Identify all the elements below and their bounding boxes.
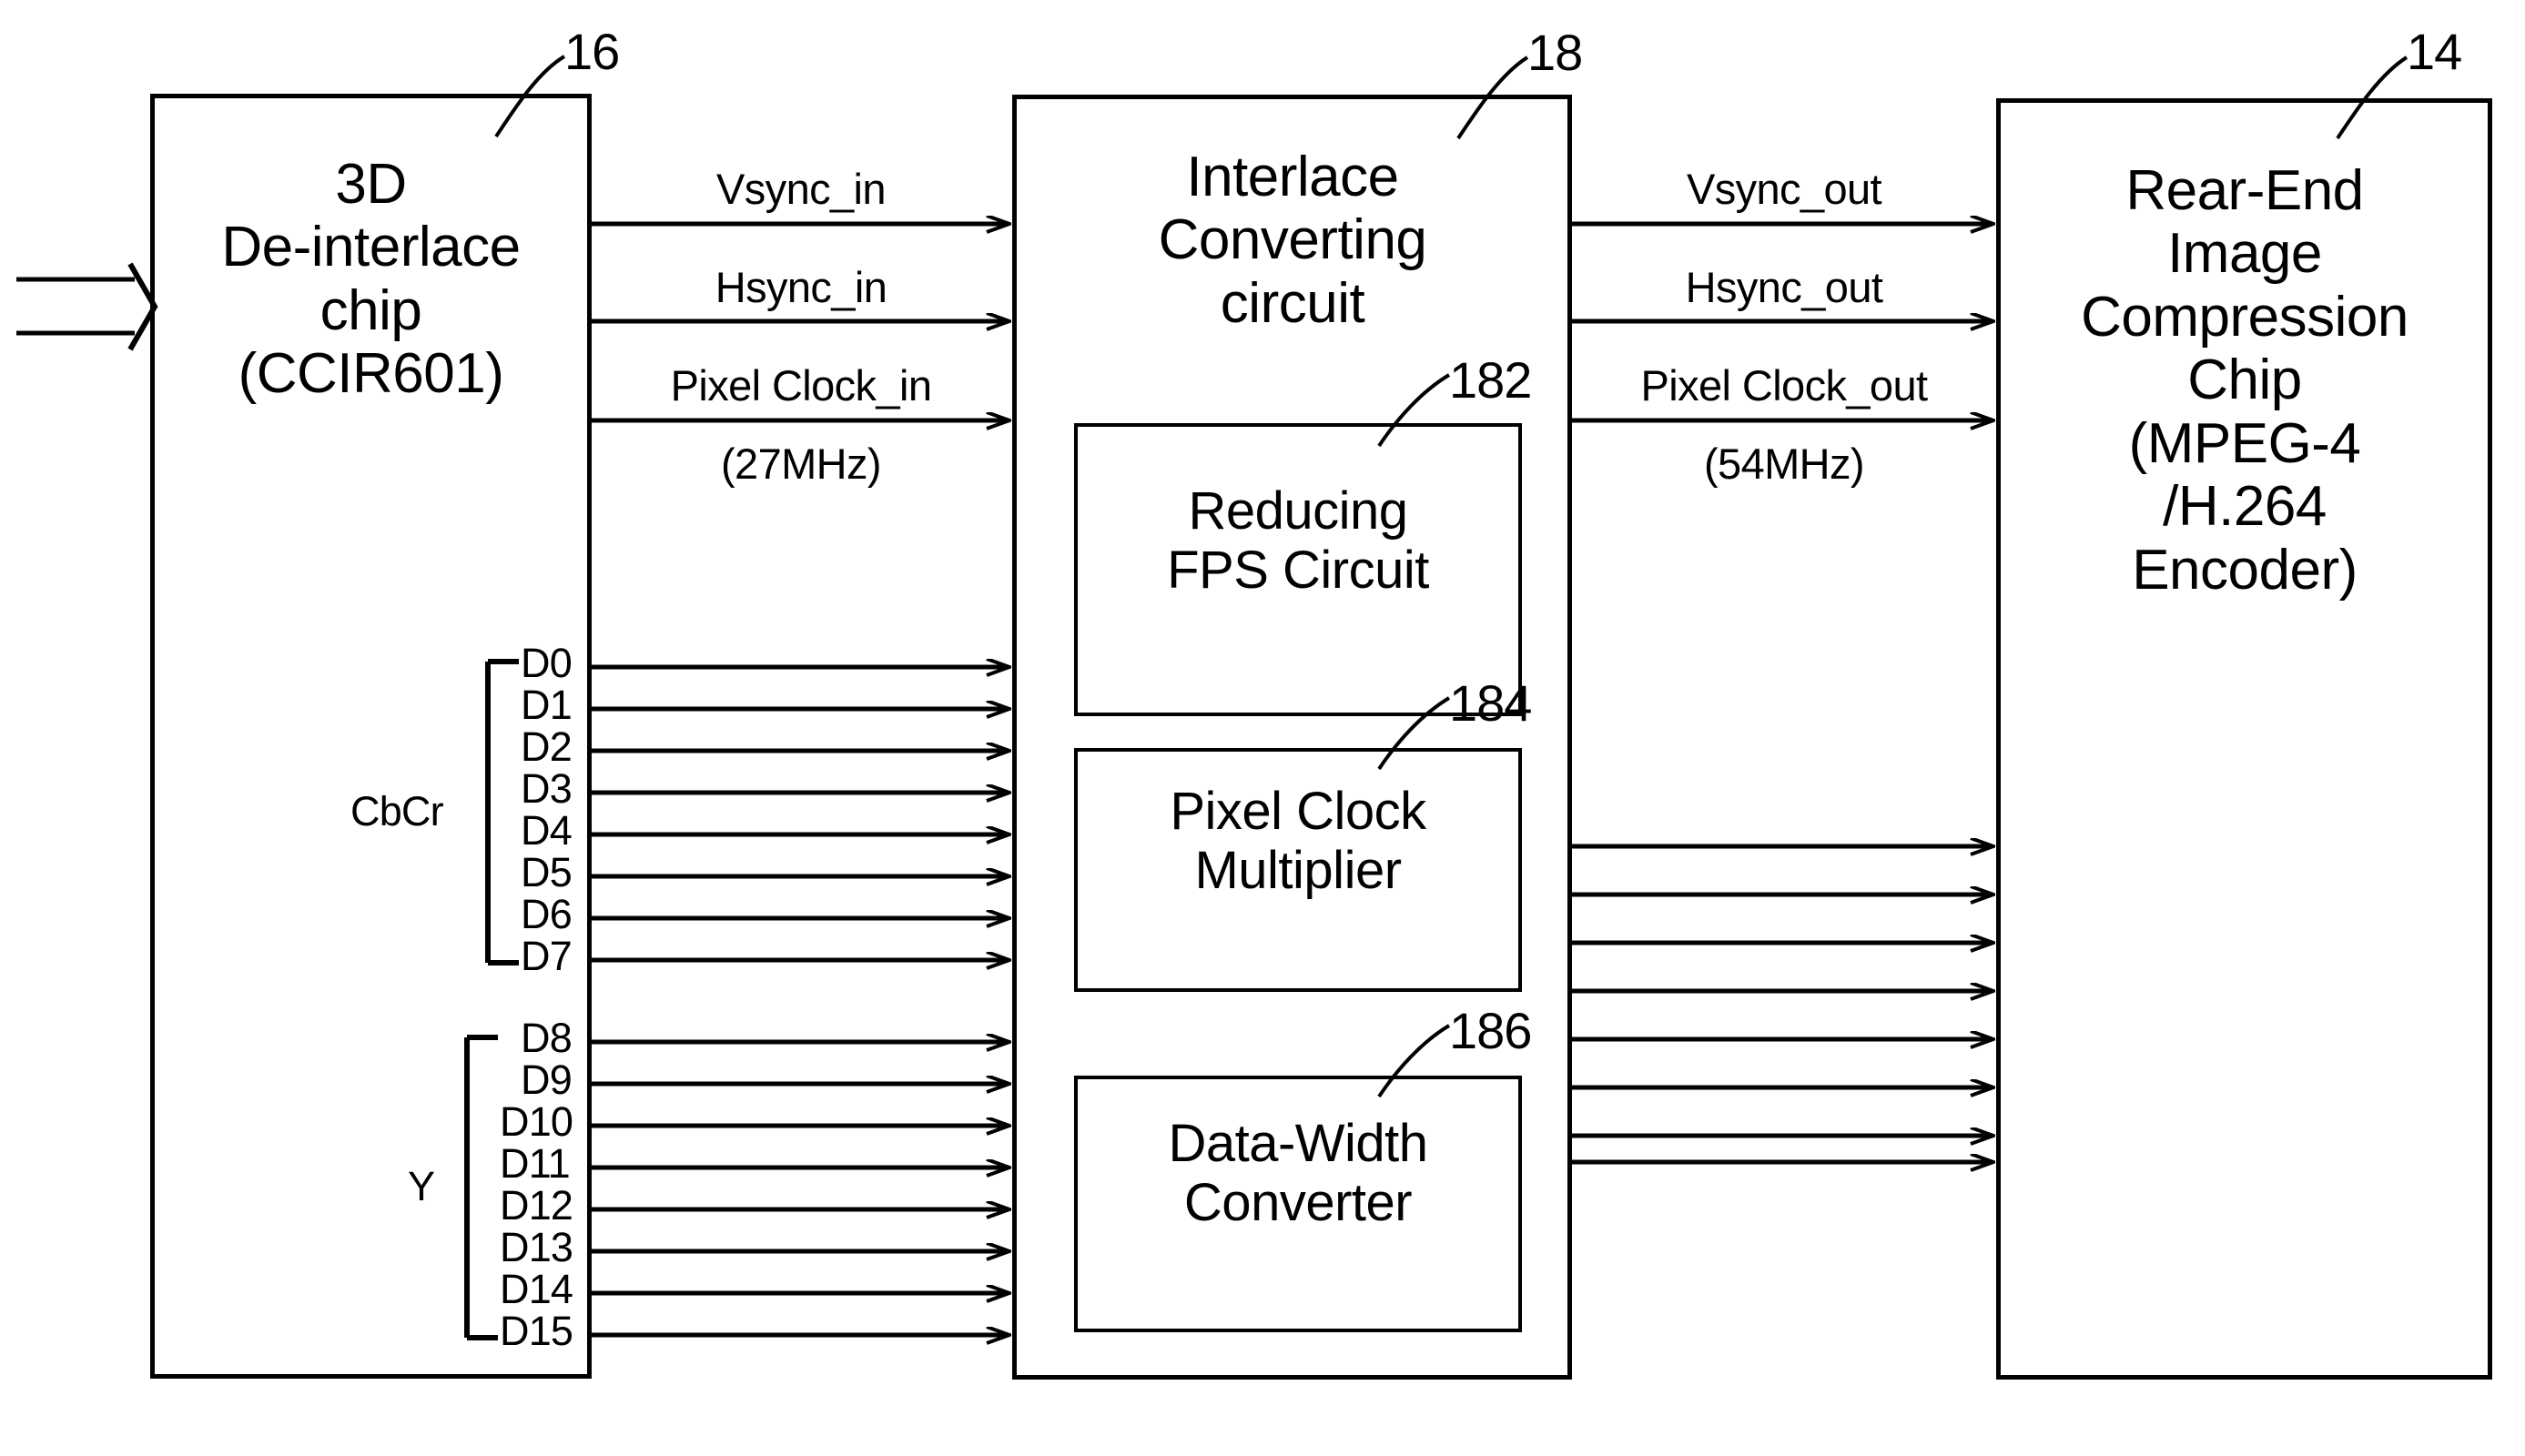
interlace-line-3: circuit xyxy=(1220,271,1365,335)
bus-bit-label-d9: D9 xyxy=(521,1057,573,1103)
bus-bit-label-d11: D11 xyxy=(500,1140,571,1187)
reference-numeral-182: 182 xyxy=(1449,351,1532,409)
rear-end-line-3: Compression xyxy=(2081,285,2408,349)
block-pixel-clock-multiplier-title: Pixel Clock Multiplier xyxy=(1076,782,1520,901)
reference-numeral-184: 184 xyxy=(1449,674,1532,732)
interlace-line-1: Interlace xyxy=(1186,146,1399,208)
bus-bit-label-d8: D8 xyxy=(521,1015,573,1061)
rear-end-line-1: Rear-End xyxy=(2125,159,2364,222)
reducing-fps-line-1: Reducing xyxy=(1188,481,1408,541)
bus-bit-label-d3: D3 xyxy=(521,765,573,812)
reference-numeral-186: 186 xyxy=(1449,1002,1532,1059)
y-bus-lines xyxy=(592,1042,1009,1335)
block-reducing-fps-circuit-title: Reducing FPS Circuit xyxy=(1076,481,1520,601)
reference-numeral-14: 14 xyxy=(2407,23,2462,80)
signal-label-pixel-clock-out: Pixel Clock_out xyxy=(1640,361,1929,410)
interlace-line-2: Converting xyxy=(1158,208,1427,272)
deinterlace-line-2: De-interlace xyxy=(221,216,521,279)
bus-bit-label-d13: D13 xyxy=(500,1224,573,1270)
pixel-clock-multiplier-line-2: Multiplier xyxy=(1194,840,1402,900)
bus-bit-label-d6: D6 xyxy=(521,891,573,937)
cbcr-bus-lines xyxy=(592,667,1009,960)
signal-label-hsync-out: Hsync_out xyxy=(1685,263,1883,311)
bus-bit-label-d5: D5 xyxy=(521,849,573,895)
bus-group-label-y: Y xyxy=(408,1163,435,1209)
signal-label-vsync-in: Vsync_in xyxy=(716,165,887,213)
bus-bit-label-d10: D10 xyxy=(500,1098,573,1145)
bus-bit-label-d7: D7 xyxy=(521,933,573,979)
rear-end-line-4: Chip xyxy=(2187,349,2302,412)
rear-end-line-5: (MPEG-4 xyxy=(2128,411,2361,475)
figure-canvas: 3D De-interlace chip (CCIR601) 16 Interlace… xyxy=(0,0,2525,1456)
signal-label-vsync-out: Vsync_out xyxy=(1686,165,1882,213)
deinterlace-line-4: (CCIR601) xyxy=(238,342,504,406)
bus-bit-label-d12: D12 xyxy=(500,1182,573,1228)
rear-end-line-7: Encoder) xyxy=(2132,538,2358,602)
reducing-fps-line-2: FPS Circuit xyxy=(1167,540,1429,600)
signal-label-pixel-clock-out-freq: (54MHz) xyxy=(1704,440,1865,488)
signal-label-pixel-clock-in-freq: (27MHz) xyxy=(721,440,882,488)
output-data-bus-lines xyxy=(1572,846,1993,1162)
block-data-width-converter-title: Data-Width Converter xyxy=(1076,1114,1520,1233)
bus-bit-label-d0: D0 xyxy=(521,640,573,686)
bus-bit-label-d14: D14 xyxy=(500,1266,573,1312)
bus-bit-label-d1: D1 xyxy=(521,682,573,728)
data-width-converter-line-2: Converter xyxy=(1183,1172,1413,1232)
rear-end-line-2: Image xyxy=(2167,222,2322,286)
data-width-converter-line-1: Data-Width xyxy=(1168,1114,1428,1173)
bus-bit-label-d4: D4 xyxy=(521,807,573,854)
bus-group-label-cbcr: CbCr xyxy=(350,788,444,834)
block-interlace-converting-title: Interlace Converting circuit xyxy=(1019,146,1566,335)
rear-end-line-6: /H.264 xyxy=(2163,475,2327,539)
reference-numeral-16: 16 xyxy=(564,23,620,80)
signal-label-hsync-in: Hsync_in xyxy=(715,263,887,311)
block-deinterlace-chip-title: 3D De-interlace chip (CCIR601) xyxy=(155,153,587,406)
block-rear-end-compression-chip-title: Rear-End Image Compression Chip (MPEG-4/H.26… xyxy=(1999,159,2490,602)
deinterlace-line-3: chip xyxy=(319,278,422,342)
reference-numeral-18: 18 xyxy=(1527,24,1583,81)
video-input-arrow xyxy=(16,262,158,351)
signal-label-pixel-clock-in: Pixel Clock_in xyxy=(670,361,932,410)
bus-bit-label-d15: D15 xyxy=(500,1308,573,1354)
bus-bit-label-d2: D2 xyxy=(521,723,573,770)
pixel-clock-multiplier-line-1: Pixel Clock xyxy=(1170,782,1426,841)
deinterlace-line-1: 3D xyxy=(335,153,407,216)
